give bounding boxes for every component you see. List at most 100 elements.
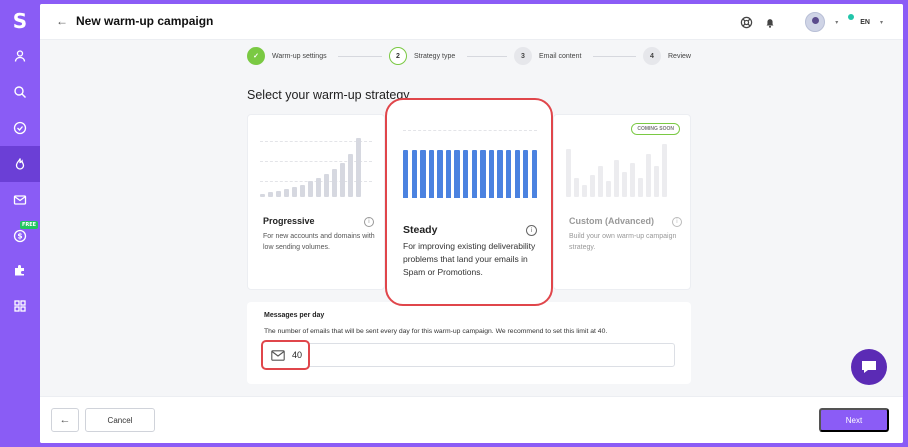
chart-bar <box>276 191 281 197</box>
chart-bar <box>646 154 651 197</box>
chat-support-button[interactable] <box>851 349 887 385</box>
header-actions: ▾ EN ▾ <box>739 12 883 32</box>
chart-bar <box>598 166 603 197</box>
step-label: Warm-up settings <box>272 52 327 60</box>
chart-bar <box>662 144 667 197</box>
search-icon <box>14 86 26 98</box>
mail-icon <box>271 349 285 361</box>
sidebar-item-apps[interactable] <box>0 288 40 324</box>
messages-per-day-value: 40 <box>292 350 303 360</box>
step-label: Strategy type <box>414 52 456 60</box>
step-connector <box>593 56 636 57</box>
chart-bar <box>480 150 486 198</box>
chart-bar <box>606 181 611 197</box>
chart-bar <box>574 178 579 197</box>
footer: ← Cancel Next <box>40 396 903 443</box>
avatar-chevron-down-icon[interactable]: ▾ <box>835 19 838 26</box>
chart-bar <box>428 150 435 198</box>
step-label: Review <box>668 52 691 60</box>
messages-per-day-panel: Messages per day The number of emails th… <box>247 302 691 384</box>
sidebar-item-contacts[interactable] <box>0 38 40 74</box>
strategy-description: Build your own warm-up campaign strategy… <box>569 233 677 251</box>
sidebar-item-warmup[interactable] <box>0 146 40 182</box>
strategy-description: For new accounts and domains with low se… <box>263 233 375 251</box>
chat-icon <box>862 361 876 373</box>
bell-icon[interactable] <box>763 15 777 29</box>
next-button[interactable]: Next <box>819 408 889 432</box>
free-badge: FREE <box>20 221 39 229</box>
messages-per-day-input[interactable] <box>264 343 675 367</box>
chart-bar <box>590 175 595 197</box>
strategy-card-progressive[interactable]: Progressive i For new accounts and domai… <box>247 114 385 290</box>
chart-bar <box>614 160 619 197</box>
language-selector[interactable]: EN <box>860 19 870 26</box>
cancel-button[interactable]: Cancel <box>85 408 155 432</box>
chart-bar <box>411 150 417 198</box>
flame-icon <box>15 158 25 170</box>
info-icon[interactable]: i <box>364 217 374 227</box>
chart-bar <box>638 178 643 197</box>
chart-bar <box>332 169 337 197</box>
sidebar: S $ FREE <box>0 0 40 447</box>
chart-bar <box>497 150 503 198</box>
sidebar-item-integrations[interactable] <box>0 252 40 288</box>
step-warmup-settings[interactable]: ✓ Warm-up settings <box>247 47 327 65</box>
messages-per-day-value-box[interactable]: 40 <box>261 340 310 370</box>
step-review[interactable]: 4 Review <box>643 47 691 65</box>
step-strategy-type[interactable]: 2 Strategy type <box>389 47 455 65</box>
chart-bar <box>488 150 495 198</box>
chart-bar <box>260 194 265 197</box>
step-connector <box>467 56 507 57</box>
sidebar-item-search[interactable] <box>0 74 40 110</box>
chart-bar <box>403 150 409 198</box>
back-button[interactable]: ← <box>51 408 79 432</box>
chart-bar <box>531 150 538 198</box>
step-email-content[interactable]: 3 Email content <box>514 47 581 65</box>
puzzle-icon <box>15 265 24 276</box>
app-logo[interactable]: S <box>0 6 40 36</box>
chart-bar <box>505 150 512 198</box>
custom-bar-chart <box>566 135 678 197</box>
chart-bar <box>523 150 529 198</box>
chart-bar <box>308 181 313 197</box>
chart-bar <box>356 138 361 197</box>
info-icon[interactable]: i <box>526 225 537 236</box>
check-circle-icon <box>13 121 27 135</box>
notification-dot <box>848 14 854 20</box>
stepper: ✓ Warm-up settings 2 Strategy type 3 Ema… <box>40 44 903 70</box>
strategy-title: Progressive <box>263 216 315 226</box>
chart-bar <box>340 163 345 197</box>
language-chevron-down-icon[interactable]: ▾ <box>880 19 883 26</box>
strategy-title: Steady <box>403 224 438 236</box>
avatar[interactable] <box>805 12 826 32</box>
messages-per-day-help: The number of emails that will be sent e… <box>264 328 608 335</box>
back-arrow-icon[interactable]: ← <box>56 14 68 28</box>
chart-bar <box>463 150 469 198</box>
arrow-left-icon: ← <box>59 414 71 426</box>
step-label: Email content <box>539 52 582 60</box>
step-number: 4 <box>643 47 661 65</box>
main-content: ← New warm-up campaign ▾ EN ▾ ✓ Warm-up … <box>40 4 903 443</box>
strategy-card-custom: COMING SOON Custom (Advanced) i Build yo… <box>553 114 691 290</box>
chart-bar <box>630 163 635 197</box>
step-connector <box>338 56 382 57</box>
user-icon <box>14 50 26 62</box>
page-title: New warm-up campaign <box>76 14 214 28</box>
help-lifebuoy-icon[interactable] <box>739 15 753 29</box>
steady-bar-chart <box>403 150 538 198</box>
chart-bar <box>268 192 273 197</box>
step-check-icon: ✓ <box>247 47 265 65</box>
progressive-bar-chart <box>260 135 372 197</box>
chart-bar <box>445 150 452 198</box>
sidebar-item-tasks[interactable] <box>0 110 40 146</box>
sidebar-item-email[interactable] <box>0 182 40 218</box>
strategy-card-steady[interactable]: Steady i For improving existing delivera… <box>385 98 553 306</box>
chart-bar <box>514 150 520 198</box>
grid-line <box>403 130 537 131</box>
chart-bar <box>284 189 289 197</box>
info-icon: i <box>672 217 682 227</box>
chart-bar <box>324 174 329 197</box>
chart-bar <box>471 150 478 198</box>
header: ← New warm-up campaign ▾ EN ▾ <box>40 4 903 40</box>
messages-per-day-label: Messages per day <box>264 312 325 319</box>
